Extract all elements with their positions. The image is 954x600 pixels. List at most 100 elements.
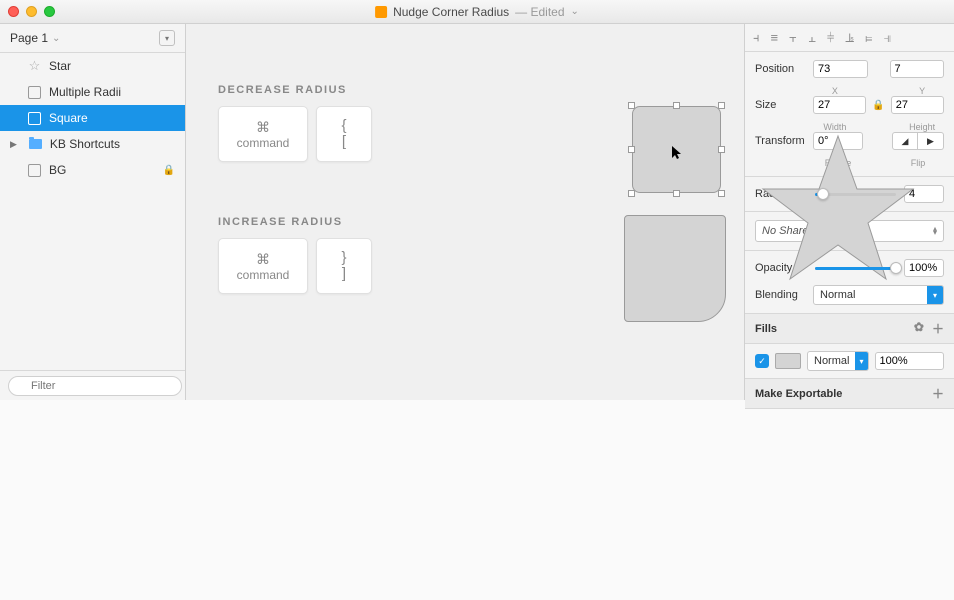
- canvas[interactable]: DECREASE RADIUS ⌘ command { [ INCREASE R…: [186, 24, 744, 400]
- dropdown-arrow-icon: ▾: [855, 352, 867, 370]
- make-exportable-header[interactable]: Make Exportable ＋: [745, 379, 954, 409]
- fill-color-swatch[interactable]: [775, 353, 801, 369]
- layer-item-kb-shortcuts[interactable]: ▶ KB Shortcuts: [0, 131, 185, 157]
- width-input[interactable]: [813, 96, 866, 114]
- multi-radii-shape[interactable]: [624, 215, 726, 322]
- document-icon: [375, 6, 387, 18]
- fills-header: Fills ✿ ＋: [745, 314, 954, 344]
- layer-filter-input[interactable]: [8, 376, 182, 396]
- star-icon: ☆: [28, 58, 41, 74]
- opacity-slider[interactable]: [815, 267, 896, 270]
- layer-item-square[interactable]: Square: [0, 105, 185, 131]
- layer-item-star[interactable]: ☆ Star: [0, 53, 185, 79]
- selected-square-shape[interactable]: [632, 106, 721, 193]
- rectangle-icon: [28, 112, 41, 125]
- resize-handle-n[interactable]: [673, 102, 680, 109]
- chevron-down-icon: ⌄: [571, 6, 579, 17]
- gear-icon[interactable]: ✿: [914, 320, 924, 337]
- layer-list: ☆ Star Multiple Radii Square ▶ KB Shortc…: [0, 53, 185, 370]
- flip-vertical-button[interactable]: ▶: [918, 132, 944, 150]
- x-sublabel: X: [813, 86, 857, 96]
- position-y-input[interactable]: [890, 60, 945, 78]
- layer-label: Multiple Radii: [49, 85, 121, 99]
- blending-label: Blending: [755, 289, 807, 301]
- command-key: ⌘ command: [218, 106, 308, 162]
- titlebar: Nudge Corner Radius — Edited ⌄: [0, 0, 954, 24]
- distribute-v-icon[interactable]: ⫣: [884, 30, 892, 46]
- height-input[interactable]: [891, 96, 944, 114]
- decrease-title: DECREASE RADIUS: [218, 84, 372, 96]
- align-right-icon[interactable]: ⫟: [789, 30, 797, 46]
- align-left-icon[interactable]: ⫞: [753, 30, 760, 46]
- decrease-radius-card: DECREASE RADIUS ⌘ command { [: [218, 84, 372, 162]
- plus-icon[interactable]: ＋: [932, 385, 944, 402]
- radius-slider[interactable]: [815, 193, 896, 196]
- command-symbol: ⌘: [256, 251, 270, 268]
- layer-label: Square: [49, 111, 88, 125]
- blending-value: Normal: [814, 289, 927, 301]
- minimize-window-button[interactable]: [26, 6, 37, 17]
- align-top-icon[interactable]: ⫠: [808, 30, 816, 46]
- rectangle-icon: [28, 86, 41, 99]
- resize-handle-ne[interactable]: [718, 102, 725, 109]
- distribute-h-icon[interactable]: ⫢: [865, 30, 872, 46]
- layer-label: KB Shortcuts: [50, 137, 120, 151]
- document-title: Nudge Corner Radius: [393, 5, 509, 19]
- resize-handle-nw[interactable]: [628, 102, 635, 109]
- fill-opacity-input[interactable]: [875, 352, 945, 370]
- position-x-input[interactable]: [813, 60, 868, 78]
- layer-item-multiple-radii[interactable]: Multiple Radii: [0, 79, 185, 105]
- caret-icon: ▴▾: [933, 227, 937, 235]
- export-label: Make Exportable: [755, 388, 842, 400]
- resize-handle-e[interactable]: [718, 146, 725, 153]
- slider-knob[interactable]: [817, 188, 829, 200]
- fill-enabled-checkbox[interactable]: ✓: [755, 354, 769, 368]
- resize-handle-sw[interactable]: [628, 190, 635, 197]
- align-center-v-icon[interactable]: ⫩: [827, 30, 834, 46]
- disclosure-triangle-icon[interactable]: ▶: [10, 139, 17, 150]
- brace-open: {: [341, 118, 346, 135]
- sidebar-footer: 🔍 ⧉ ✎ 0: [0, 370, 185, 400]
- edited-status: — Edited: [515, 5, 564, 19]
- layer-label: BG: [49, 163, 66, 177]
- lock-aspect-icon[interactable]: 🔒: [872, 100, 884, 111]
- traffic-lights: [8, 6, 55, 17]
- fill-mode-dropdown[interactable]: Normal ▾: [807, 351, 869, 371]
- bracket-key: } ]: [316, 238, 372, 294]
- title-area[interactable]: Nudge Corner Radius — Edited ⌄: [375, 5, 579, 19]
- layer-label: Star: [49, 59, 71, 73]
- blending-dropdown[interactable]: Normal ▾: [813, 285, 944, 305]
- dropdown-arrow-icon: ▾: [927, 286, 943, 304]
- align-center-h-icon[interactable]: ≡: [771, 30, 779, 45]
- increase-title: INCREASE RADIUS: [218, 216, 372, 228]
- close-window-button[interactable]: [8, 6, 19, 17]
- rectangle-icon: [28, 164, 41, 177]
- resize-handle-se[interactable]: [718, 190, 725, 197]
- zoom-window-button[interactable]: [44, 6, 55, 17]
- fills-label: Fills: [755, 323, 777, 335]
- lock-icon: 🔒: [163, 165, 175, 176]
- size-label: Size: [755, 99, 807, 111]
- bracket-close: ]: [342, 266, 346, 283]
- slider-knob[interactable]: [890, 262, 902, 274]
- resize-handle-w[interactable]: [628, 146, 635, 153]
- position-label: Position: [755, 63, 807, 75]
- brace-close: }: [341, 250, 346, 267]
- fill-entry: ✓ Normal ▾: [745, 344, 954, 379]
- layers-sidebar: Page 1 ⌄ ▾ ☆ Star Multiple Radii Square …: [0, 24, 186, 400]
- pages-header[interactable]: Page 1 ⌄ ▾: [0, 24, 185, 53]
- cursor-icon: [672, 146, 682, 160]
- resize-handle-s[interactable]: [673, 190, 680, 197]
- plus-icon[interactable]: ＋: [932, 320, 944, 337]
- page-label: Page 1: [10, 31, 48, 45]
- alignment-toolbar: ⫞ ≡ ⫟ ⫠ ⫩ ⫡ ⫢ ⫣: [745, 24, 954, 52]
- folder-icon: [29, 139, 42, 149]
- collapse-pages-button[interactable]: ▾: [159, 30, 175, 46]
- command-key: ⌘ command: [218, 238, 308, 294]
- layer-item-bg[interactable]: BG 🔒: [0, 157, 185, 183]
- align-bottom-icon[interactable]: ⫡: [845, 30, 854, 46]
- command-symbol: ⌘: [256, 119, 270, 136]
- increase-radius-card: INCREASE RADIUS ⌘ command } ]: [218, 216, 372, 294]
- y-sublabel: Y: [900, 86, 944, 96]
- command-label: command: [237, 268, 290, 282]
